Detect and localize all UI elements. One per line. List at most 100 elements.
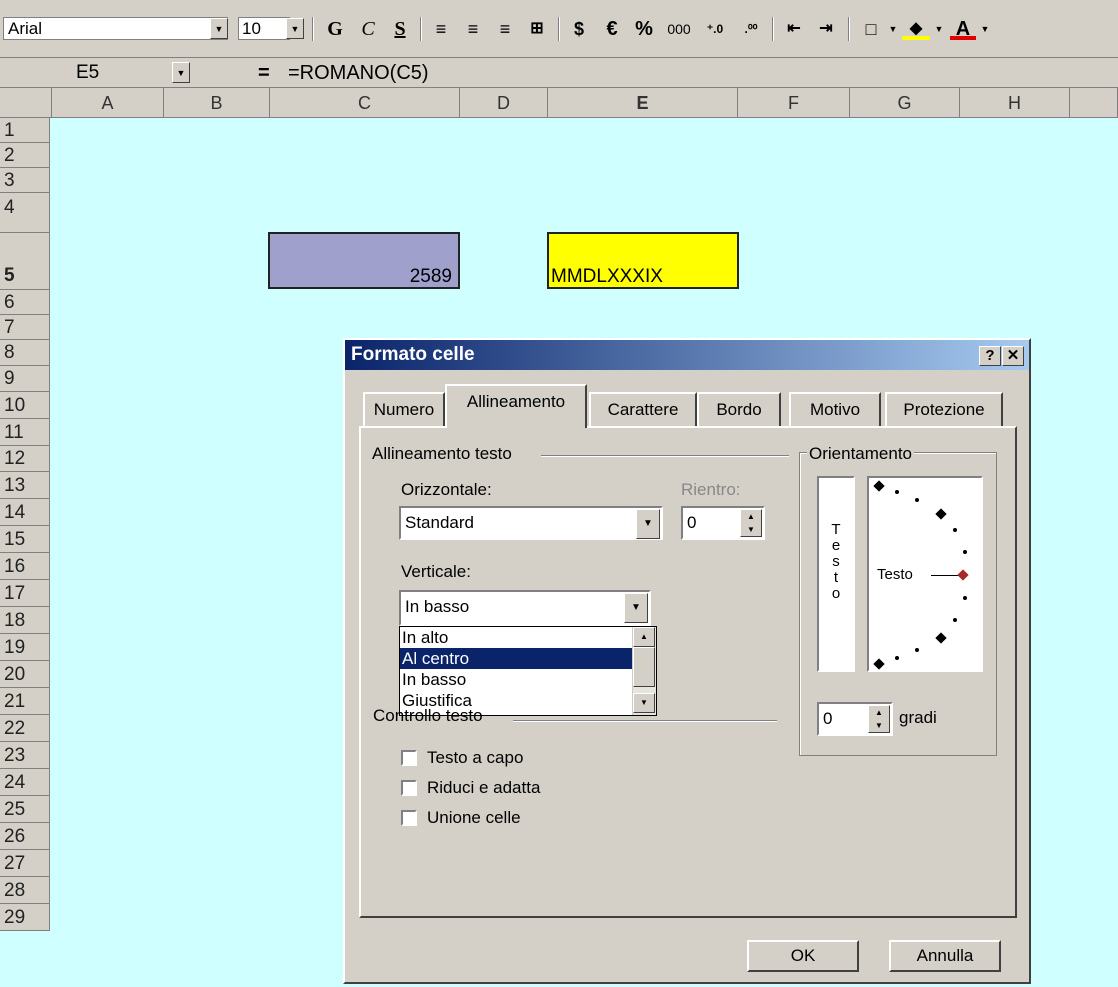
percent-button[interactable]: % <box>632 18 656 40</box>
row-header[interactable]: 10 <box>0 392 50 419</box>
spinner-arrows-icon[interactable]: ▲ ▼ <box>868 705 890 733</box>
row-header[interactable]: 29 <box>0 904 50 931</box>
tab-allineamento[interactable]: Allineamento <box>445 384 587 428</box>
orientation-dial[interactable]: Testo <box>867 476 983 672</box>
increase-decimal-icon[interactable]: ⁺.0 <box>700 18 730 40</box>
spinner-arrows-icon[interactable]: ▲ ▼ <box>740 509 762 537</box>
list-scrollbar[interactable]: ▲ ▼ <box>632 627 656 715</box>
row-header[interactable]: 18 <box>0 607 50 634</box>
borders-icon[interactable]: □ <box>856 18 886 40</box>
name-box-dropdown-icon[interactable]: ▼ <box>172 62 190 83</box>
align-right-icon[interactable]: ≡ <box>492 18 518 40</box>
vertical-options-list[interactable]: In alto Al centro In basso Giustifica ▲ … <box>399 626 657 716</box>
borders-dropdown-icon[interactable]: ▼ <box>888 18 898 40</box>
column-header-next[interactable] <box>1070 88 1118 118</box>
font-size-dropdown-icon[interactable]: ▼ <box>286 18 304 39</box>
underline-button[interactable]: S <box>388 18 412 40</box>
column-header-a[interactable]: A <box>52 88 164 118</box>
tab-carattere[interactable]: Carattere <box>589 392 697 426</box>
cell-e5[interactable]: MMDLXXXIX <box>547 232 739 289</box>
row-header[interactable]: 17 <box>0 580 50 607</box>
select-all-corner[interactable] <box>0 88 52 118</box>
row-header[interactable]: 22 <box>0 715 50 742</box>
list-item-selected[interactable]: Al centro <box>400 648 656 669</box>
orientation-handle-icon[interactable] <box>957 569 969 581</box>
merge-center-icon[interactable]: ⊞ <box>524 18 550 40</box>
row-header[interactable]: 11 <box>0 419 50 446</box>
dialog-titlebar[interactable]: Formato celle <box>345 340 1029 370</box>
decrease-indent-icon[interactable]: ⇤ <box>780 18 808 40</box>
font-dropdown-icon[interactable]: ▼ <box>210 18 228 39</box>
bold-button[interactable]: G <box>322 18 348 40</box>
column-header-d[interactable]: D <box>460 88 548 118</box>
row-header[interactable]: 8 <box>0 340 50 366</box>
row-header[interactable]: 6 <box>0 290 50 315</box>
tab-numero[interactable]: Numero <box>363 392 445 426</box>
cell-c5[interactable]: 2589 <box>268 232 460 289</box>
row-header[interactable]: 19 <box>0 634 50 661</box>
scroll-thumb[interactable] <box>633 647 655 687</box>
row-header[interactable]: 25 <box>0 796 50 823</box>
euro-button[interactable]: € <box>600 18 624 40</box>
tab-bordo[interactable]: Bordo <box>697 392 781 426</box>
row-header[interactable]: 24 <box>0 769 50 796</box>
font-color-dropdown-icon[interactable]: ▼ <box>980 18 990 40</box>
ok-button[interactable]: OK <box>747 940 859 972</box>
column-header-h[interactable]: H <box>960 88 1070 118</box>
fill-color-dropdown-icon[interactable]: ▼ <box>934 18 944 40</box>
formula-input[interactable]: =ROMANO(C5) <box>288 60 429 86</box>
row-header[interactable]: 5 <box>0 233 50 290</box>
name-box[interactable]: E5 <box>60 60 170 86</box>
row-header[interactable]: 23 <box>0 742 50 769</box>
row-header[interactable]: 21 <box>0 688 50 715</box>
row-header[interactable]: 28 <box>0 877 50 904</box>
tab-motivo[interactable]: Motivo <box>789 392 881 426</box>
indent-spinner[interactable]: 0 ▲ ▼ <box>681 506 765 540</box>
list-item[interactable]: In basso <box>400 669 656 690</box>
scroll-up-icon[interactable]: ▲ <box>633 627 655 647</box>
row-header[interactable]: 3 <box>0 168 50 193</box>
row-header[interactable]: 1 <box>0 118 50 143</box>
column-header-e[interactable]: E <box>548 88 738 118</box>
font-name-box[interactable]: Arial <box>3 17 228 40</box>
row-header[interactable]: 2 <box>0 143 50 168</box>
font-size-box[interactable]: 10 <box>238 17 290 40</box>
font-color-icon[interactable]: A <box>950 18 976 40</box>
row-header[interactable]: 15 <box>0 526 50 553</box>
chevron-down-icon[interactable]: ▼ <box>636 509 660 539</box>
column-header-g[interactable]: G <box>850 88 960 118</box>
align-left-icon[interactable]: ≡ <box>428 18 454 40</box>
row-header[interactable]: 4 <box>0 193 50 233</box>
cancel-button[interactable]: Annulla <box>889 940 1001 972</box>
vertical-text-option[interactable]: T e s t o <box>817 476 855 672</box>
row-header[interactable]: 16 <box>0 553 50 580</box>
column-header-b[interactable]: B <box>164 88 270 118</box>
fill-color-icon[interactable]: ◆ <box>902 18 930 40</box>
horizontal-select[interactable]: Standard ▼ <box>399 506 663 540</box>
row-header[interactable]: 12 <box>0 446 50 472</box>
close-icon[interactable]: ✕ <box>1002 346 1024 366</box>
scroll-down-icon[interactable]: ▼ <box>633 693 655 713</box>
italic-button[interactable]: C <box>356 18 380 40</box>
vertical-select[interactable]: In basso ▼ <box>399 590 651 626</box>
align-center-icon[interactable]: ≡ <box>460 18 486 40</box>
help-button[interactable]: ? <box>979 346 1001 366</box>
chevron-down-icon[interactable]: ▼ <box>624 593 648 623</box>
column-header-c[interactable]: C <box>270 88 460 118</box>
row-header[interactable]: 14 <box>0 499 50 526</box>
degrees-spinner[interactable]: 0 ▲ ▼ <box>817 702 893 736</box>
row-header[interactable]: 13 <box>0 472 50 499</box>
thousands-button[interactable]: 000 <box>662 18 696 40</box>
row-header[interactable]: 27 <box>0 850 50 877</box>
merge-cells-checkbox[interactable] <box>401 810 417 826</box>
row-header[interactable]: 20 <box>0 661 50 688</box>
decrease-decimal-icon[interactable]: .⁰⁰ <box>736 18 766 40</box>
list-item[interactable]: In alto <box>400 627 656 648</box>
row-header[interactable]: 9 <box>0 366 50 392</box>
row-header[interactable]: 26 <box>0 823 50 850</box>
shrink-to-fit-checkbox[interactable] <box>401 780 417 796</box>
tab-protezione[interactable]: Protezione <box>885 392 1003 426</box>
increase-indent-icon[interactable]: ⇥ <box>812 18 840 40</box>
column-header-f[interactable]: F <box>738 88 850 118</box>
row-header[interactable]: 7 <box>0 315 50 340</box>
